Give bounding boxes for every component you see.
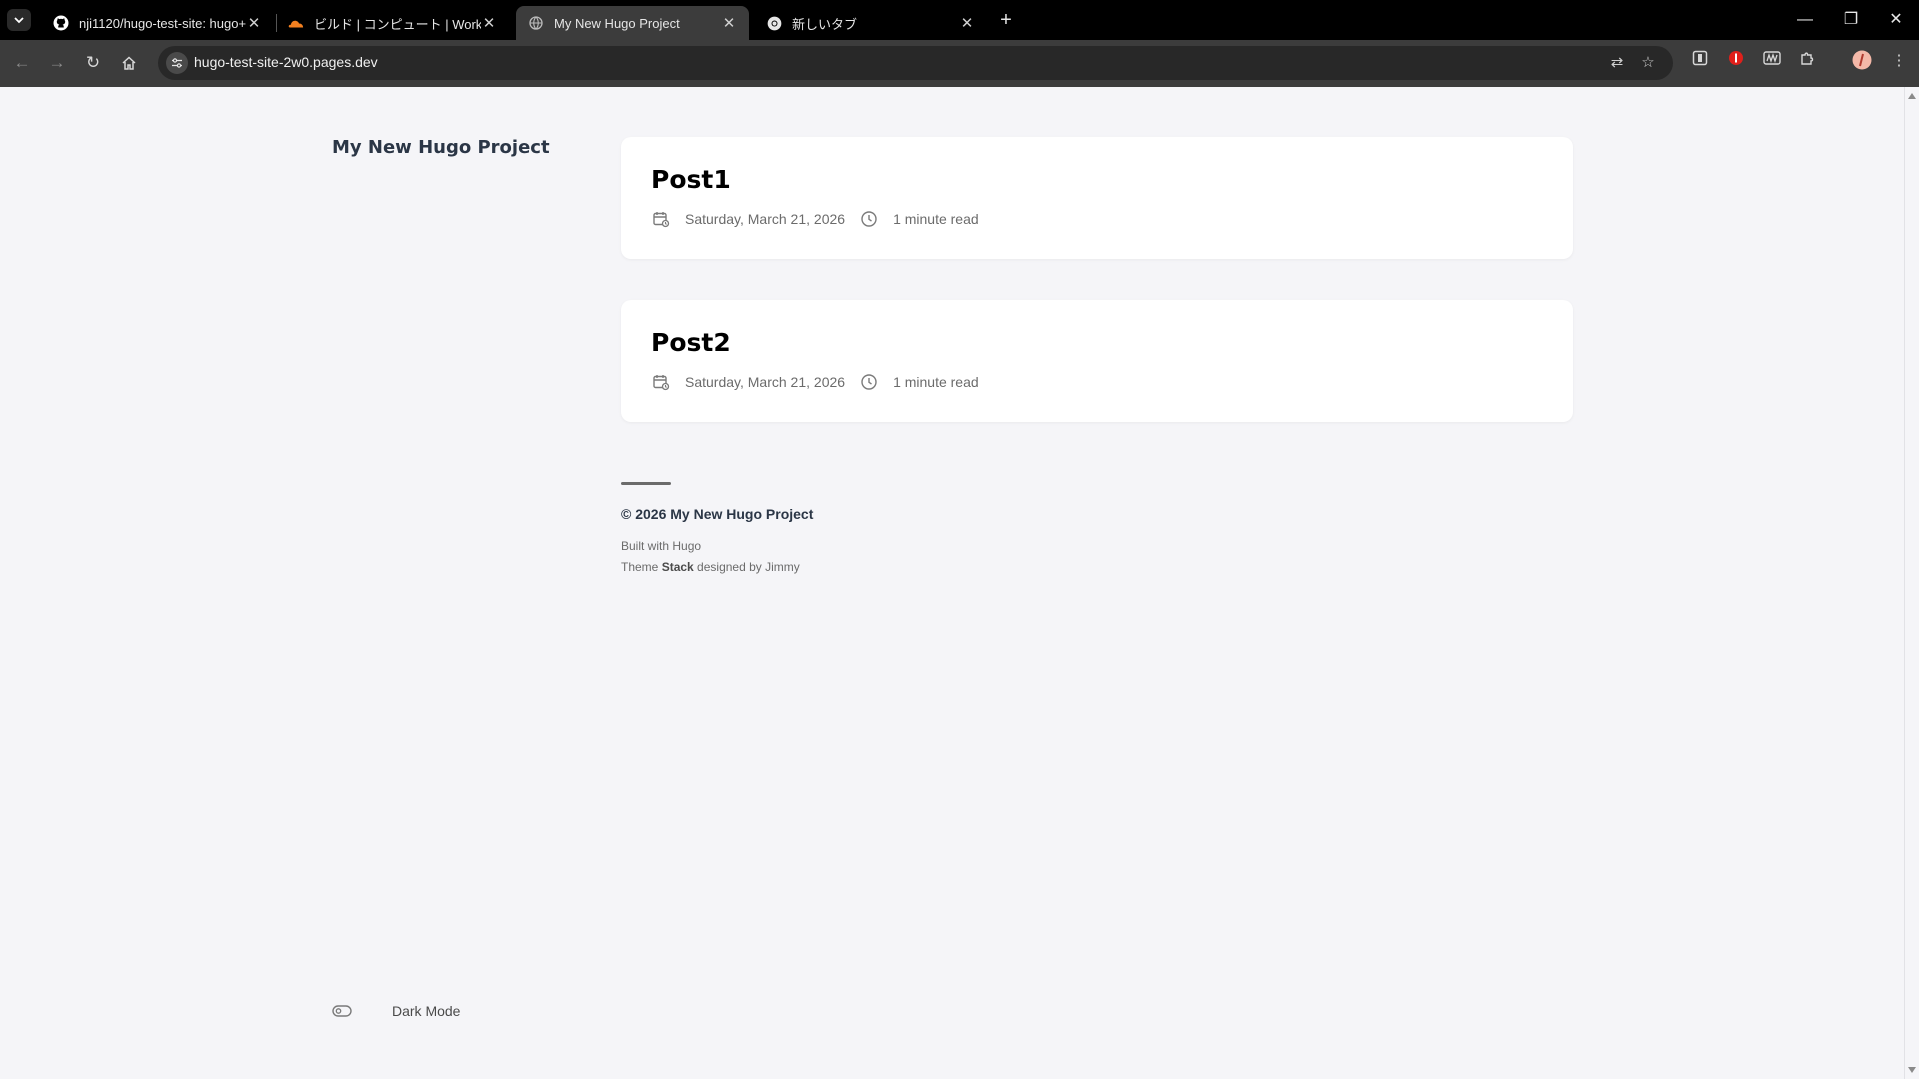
arrow-right-icon: → <box>48 53 66 72</box>
tab-title: My New Hugo Project <box>554 15 680 31</box>
minimize-button[interactable]: — <box>1782 0 1828 40</box>
post-meta: Saturday, March 21, 2026 1 minute read <box>651 372 993 392</box>
close-icon[interactable]: ✕ <box>481 14 497 32</box>
site-info-button[interactable] <box>166 52 188 74</box>
chrome-icon <box>766 15 782 31</box>
close-icon: ✕ <box>1889 11 1903 28</box>
tab-my-new-hugo-project[interactable]: My New Hugo Project ✕ <box>516 6 749 40</box>
calendar-icon <box>651 209 671 229</box>
tab-cloudflare[interactable]: ビルド | コンピュート | Workers & Pa ✕ <box>276 6 509 40</box>
footer-theme-credit: Theme Stack designed by Jimmy <box>621 560 800 574</box>
extensions-puzzle-icon[interactable] <box>1797 50 1819 72</box>
github-icon <box>53 15 69 31</box>
dark-mode-label: Dark Mode <box>392 1003 461 1019</box>
page-content: My New Hugo Project Post1 Saturday, Marc… <box>0 87 1904 1079</box>
tab-title: nji1120/hugo-test-site: hugo+c <box>79 15 246 31</box>
home-icon <box>122 56 136 70</box>
minimize-icon: — <box>1797 11 1813 28</box>
globe-icon <box>528 15 544 31</box>
clock-icon <box>859 372 879 392</box>
tab-search-button[interactable] <box>7 9 31 31</box>
theme-prefix: Theme <box>621 560 662 574</box>
post-date: Saturday, March 21, 2026 <box>685 211 846 227</box>
more-menu-icon[interactable]: ⋮ <box>1888 50 1910 72</box>
clock-icon <box>859 209 879 229</box>
post-title[interactable]: Post2 <box>651 328 731 357</box>
footer-copyright: © 2026 My New Hugo Project <box>621 506 814 522</box>
close-window-button[interactable]: ✕ <box>1873 0 1919 40</box>
cloudflare-icon <box>288 15 304 31</box>
tab-github[interactable]: nji1120/hugo-test-site: hugo+c ✕ <box>41 6 274 40</box>
arrow-left-icon: ← <box>13 53 31 72</box>
post-meta: Saturday, March 21, 2026 1 minute read <box>651 209 993 229</box>
calendar-icon <box>651 372 671 392</box>
toggle-icon <box>332 1004 352 1018</box>
home-button[interactable] <box>116 50 142 76</box>
url-text[interactable]: hugo-test-site-2w0.pages.dev <box>194 54 378 70</box>
extension-bitwarden-icon[interactable] <box>1689 50 1711 72</box>
post-title[interactable]: Post1 <box>651 165 731 194</box>
tab-title: 新しいタブ <box>792 16 858 32</box>
new-tab-button[interactable]: + <box>994 8 1018 32</box>
translate-icon[interactable]: ⇄ <box>1607 53 1627 73</box>
bookmark-star-icon[interactable]: ☆ <box>1638 53 1658 73</box>
tune-icon <box>172 58 182 68</box>
dark-mode-toggle[interactable]: Dark Mode <box>332 1003 460 1019</box>
close-icon[interactable]: ✕ <box>721 14 737 32</box>
avatar[interactable] <box>1851 50 1873 72</box>
extension-red-icon[interactable] <box>1725 50 1747 72</box>
theme-suffix: designed by Jimmy <box>693 560 800 574</box>
extension-m-icon[interactable] <box>1761 50 1783 72</box>
reload-button[interactable]: ↻ <box>80 50 106 76</box>
footer-divider <box>621 482 671 485</box>
browser-toolbar: ← → ↻ hugo-test-site-2w0.pages.dev ⇄ ☆ ⋮ <box>0 40 1919 87</box>
post-date: Saturday, March 21, 2026 <box>685 374 846 390</box>
site-name[interactable]: My New Hugo Project <box>332 137 550 158</box>
tab-title: ビルド | コンピュート | Workers & Pa <box>314 16 481 32</box>
post-card[interactable]: Post2 Saturday, March 21, 2026 1 minute … <box>621 300 1573 422</box>
footer-built-with: Built with Hugo <box>621 539 702 553</box>
chevron-down-icon <box>14 17 24 24</box>
restore-icon: ❐ <box>1843 11 1859 28</box>
post-read-time: 1 minute read <box>893 211 979 227</box>
reload-icon: ↻ <box>85 53 101 72</box>
restore-button[interactable]: ❐ <box>1828 0 1874 40</box>
scroll-up-arrow[interactable] <box>1908 93 1916 99</box>
post-read-time: 1 minute read <box>893 374 979 390</box>
post-card[interactable]: Post1 Saturday, March 21, 2026 1 minute … <box>621 137 1573 259</box>
close-icon[interactable]: ✕ <box>246 14 262 32</box>
plus-icon: + <box>1000 9 1012 31</box>
theme-name-link[interactable]: Stack <box>662 560 694 574</box>
scroll-down-arrow[interactable] <box>1908 1067 1916 1073</box>
tab-new-tab[interactable]: 新しいタブ ✕ <box>754 6 987 40</box>
close-icon[interactable]: ✕ <box>959 14 975 32</box>
address-bar[interactable]: hugo-test-site-2w0.pages.dev ⇄ ☆ <box>158 46 1673 80</box>
back-button[interactable]: ← <box>9 50 35 76</box>
tab-strip: nji1120/hugo-test-site: hugo+c ✕ ビルド | コ… <box>0 0 1919 40</box>
page-scrollbar[interactable] <box>1904 87 1919 1079</box>
forward-button[interactable]: → <box>44 50 70 76</box>
